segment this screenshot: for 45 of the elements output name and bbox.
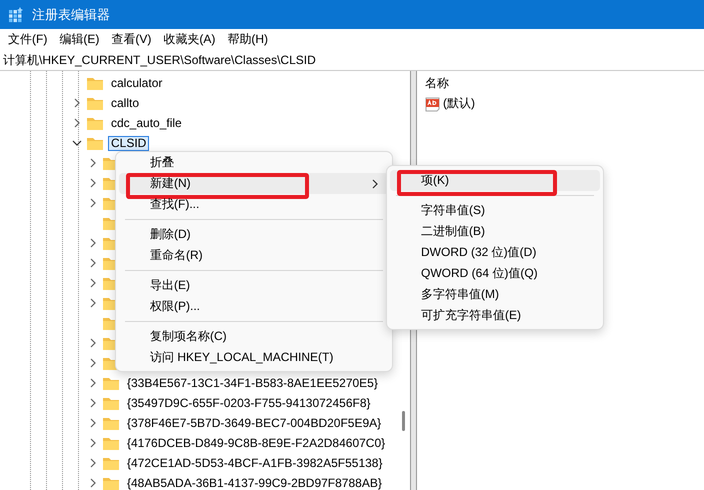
window-title: 注册表编辑器 bbox=[32, 6, 110, 24]
tree-item[interactable]: calculator bbox=[108, 76, 166, 90]
menu-bar-item[interactable]: 收藏夹(A) bbox=[157, 31, 222, 48]
menu-item[interactable]: 多字符串值(M) bbox=[390, 284, 600, 305]
scrollbar-thumb[interactable] bbox=[402, 411, 404, 431]
folder-icon bbox=[86, 76, 104, 90]
string-value-icon bbox=[425, 96, 441, 112]
folder-icon bbox=[86, 136, 104, 150]
tree-item[interactable]: {33B4E567-13C1-34F1-B583-8AE1EE5270E5} bbox=[124, 376, 381, 390]
menu-item[interactable]: 字符串值(S) bbox=[390, 200, 600, 221]
menu-item[interactable]: QWORD (64 位)值(Q) bbox=[390, 263, 600, 284]
folder-icon bbox=[102, 456, 120, 470]
folder-icon bbox=[102, 416, 120, 430]
menu-bar-item[interactable]: 帮助(H) bbox=[221, 31, 274, 48]
tree-item[interactable]: cdc_auto_file bbox=[108, 116, 185, 130]
menu-item[interactable]: 可扩充字符串值(E) bbox=[390, 305, 600, 326]
folder-icon bbox=[102, 376, 120, 390]
tree-item[interactable]: {35497D9C-655F-0203-F755-9413072456F8} bbox=[124, 396, 374, 410]
menu-item[interactable]: 复制项名称(C) bbox=[119, 326, 389, 347]
tree-item[interactable]: {472CE1AD-5D53-4BCF-A1FB-3982A5F55138} bbox=[124, 456, 386, 470]
tree-item[interactable]: CLSID bbox=[108, 136, 150, 150]
menu-item[interactable]: 导出(E) bbox=[119, 275, 389, 296]
column-header[interactable]: 名称 bbox=[425, 75, 704, 91]
menu-item[interactable]: 重命名(R) bbox=[119, 245, 389, 266]
tree-item[interactable]: {48AB5ADA-36B1-4137-99C9-2BD97F8788AB} bbox=[124, 476, 385, 490]
menu-item[interactable]: 折叠 bbox=[119, 152, 389, 173]
folder-icon bbox=[102, 396, 120, 410]
menu-item[interactable]: 二进制值(B) bbox=[390, 221, 600, 242]
folder-icon bbox=[86, 116, 104, 130]
folder-icon bbox=[86, 96, 104, 110]
menu-bar-item[interactable]: 编辑(E) bbox=[53, 31, 106, 48]
menu-item[interactable]: 访问 HKEY_LOCAL_MACHINE(T) bbox=[119, 347, 389, 368]
tree-item[interactable]: {4176DCEB-D849-9C8B-8E9E-F2A2D84607C0} bbox=[124, 436, 388, 450]
tree-item[interactable]: callto bbox=[108, 96, 142, 110]
folder-icon bbox=[102, 436, 120, 450]
menu-item[interactable]: 删除(D) bbox=[119, 224, 389, 245]
registry-icon bbox=[8, 6, 24, 22]
menu-bar-item[interactable]: 查看(V) bbox=[105, 31, 158, 48]
menu-item[interactable]: 权限(P)... bbox=[119, 296, 389, 317]
menu-item[interactable]: 查找(F)... bbox=[119, 194, 389, 215]
folder-icon bbox=[102, 476, 120, 490]
tree-item[interactable]: {378F46E7-5B7D-3649-BEC7-004BD20F5E9A} bbox=[124, 416, 384, 430]
menu-item[interactable]: DWORD (32 位)值(D) bbox=[390, 242, 600, 263]
menu-bar-item[interactable]: 文件(F) bbox=[2, 31, 54, 48]
value-name[interactable]: (默认) bbox=[443, 95, 475, 112]
